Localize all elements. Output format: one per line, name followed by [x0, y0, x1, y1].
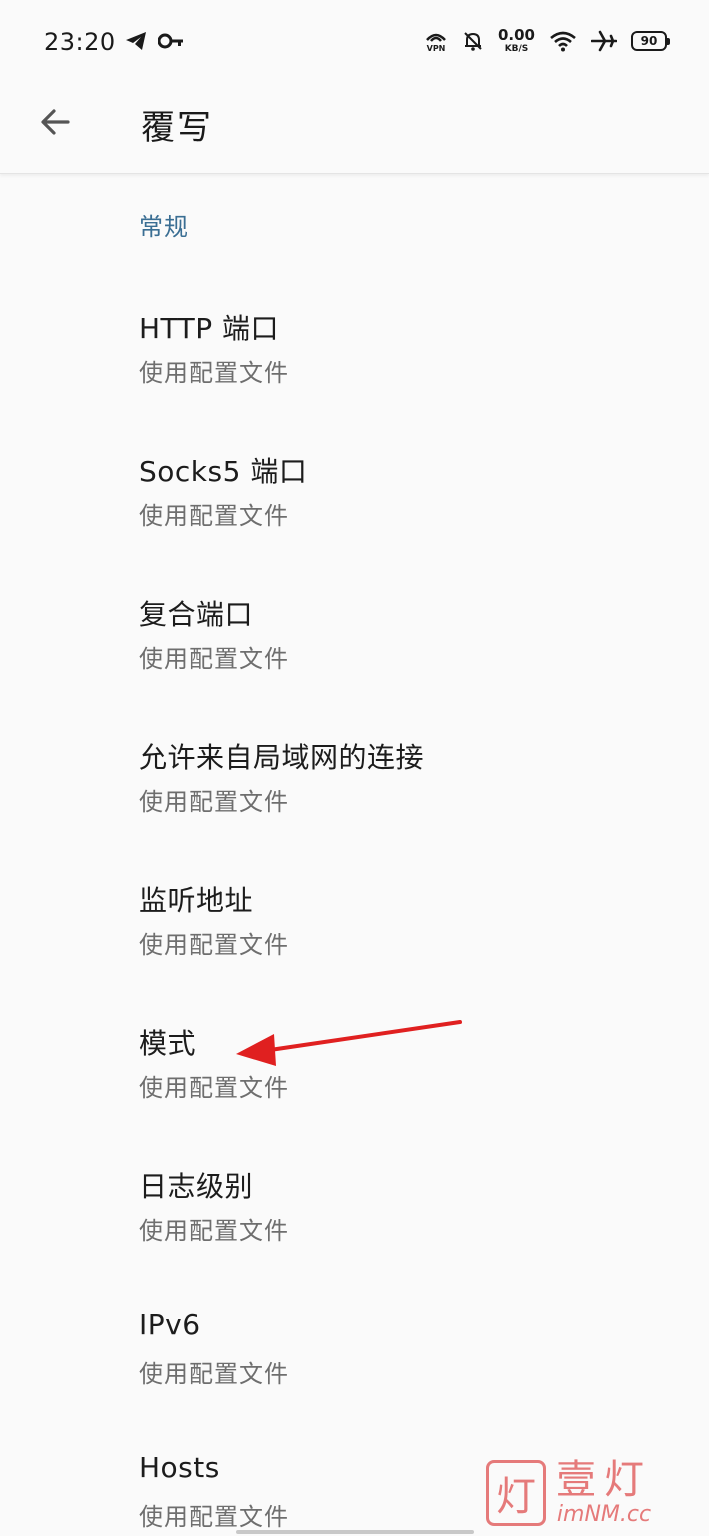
setting-socks5-port[interactable]: Socks5 端口 使用配置文件	[0, 450, 709, 593]
network-speed: 0.00 KB/S	[498, 28, 535, 54]
annotation-arrow-icon	[230, 1012, 470, 1076]
setting-bind-address[interactable]: 监听地址 使用配置文件	[0, 879, 709, 1022]
status-bar: 23:20 VPN 0.00 KB/S 90	[0, 0, 709, 88]
setting-subtitle: 使用配置文件	[139, 788, 289, 816]
setting-title: 日志级别	[139, 1170, 254, 1203]
watermark-text: 壹灯 imNM.cc	[556, 1460, 652, 1526]
screen: 23:20 VPN 0.00 KB/S 90 覆写 常规 HTTP 端口 使用配…	[0, 0, 709, 1536]
page-title: 覆写	[141, 108, 213, 148]
gesture-nav-bar[interactable]	[236, 1530, 474, 1534]
network-speed-unit: KB/S	[504, 44, 529, 54]
watermark: 灯 壹灯 imNM.cc	[486, 1460, 652, 1526]
setting-ipv6[interactable]: IPv6 使用配置文件	[0, 1308, 709, 1451]
network-speed-value: 0.00	[497, 26, 535, 44]
setting-subtitle: 使用配置文件	[139, 931, 289, 959]
section-header-general: 常规	[139, 213, 189, 241]
setting-subtitle: 使用配置文件	[139, 1217, 289, 1245]
svg-text:VPN: VPN	[427, 44, 446, 53]
setting-subtitle: 使用配置文件	[139, 1360, 289, 1388]
back-button[interactable]	[28, 96, 84, 152]
watermark-name: 壹灯	[556, 1457, 652, 1503]
vpn-icon: VPN	[424, 29, 448, 53]
telegram-icon	[124, 30, 148, 52]
battery-indicator: 90	[631, 31, 670, 51]
setting-log-level[interactable]: 日志级别 使用配置文件	[0, 1165, 709, 1308]
setting-subtitle: 使用配置文件	[139, 359, 289, 387]
key-icon	[158, 32, 184, 50]
airplane-mode-icon	[591, 30, 617, 52]
status-right-icons: VPN 0.00 KB/S 90	[424, 28, 670, 54]
arrow-left-icon	[38, 104, 74, 144]
setting-http-port[interactable]: HTTP 端口 使用配置文件	[0, 307, 709, 450]
watermark-logo: 灯	[486, 1460, 546, 1526]
status-time: 23:20	[44, 28, 116, 56]
watermark-domain: imNM.cc	[556, 1502, 652, 1527]
setting-title: IPv6	[139, 1308, 201, 1341]
app-bar: 覆写	[0, 88, 709, 174]
setting-subtitle: 使用配置文件	[139, 1503, 289, 1531]
setting-title: 监听地址	[139, 884, 254, 917]
setting-mixed-port[interactable]: 复合端口 使用配置文件	[0, 593, 709, 736]
setting-title: 复合端口	[139, 598, 254, 631]
wifi-icon	[549, 30, 577, 52]
setting-subtitle: 使用配置文件	[139, 502, 289, 530]
setting-title: 允许来自局域网的连接	[139, 741, 425, 774]
setting-allow-lan[interactable]: 允许来自局域网的连接 使用配置文件	[0, 736, 709, 879]
setting-title: Hosts	[139, 1451, 220, 1484]
setting-title: Socks5 端口	[139, 455, 308, 488]
setting-title: 模式	[139, 1027, 197, 1060]
setting-subtitle: 使用配置文件	[139, 645, 289, 673]
setting-title: HTTP 端口	[139, 312, 280, 345]
status-left-icons	[124, 30, 184, 52]
bell-off-icon	[462, 30, 484, 52]
